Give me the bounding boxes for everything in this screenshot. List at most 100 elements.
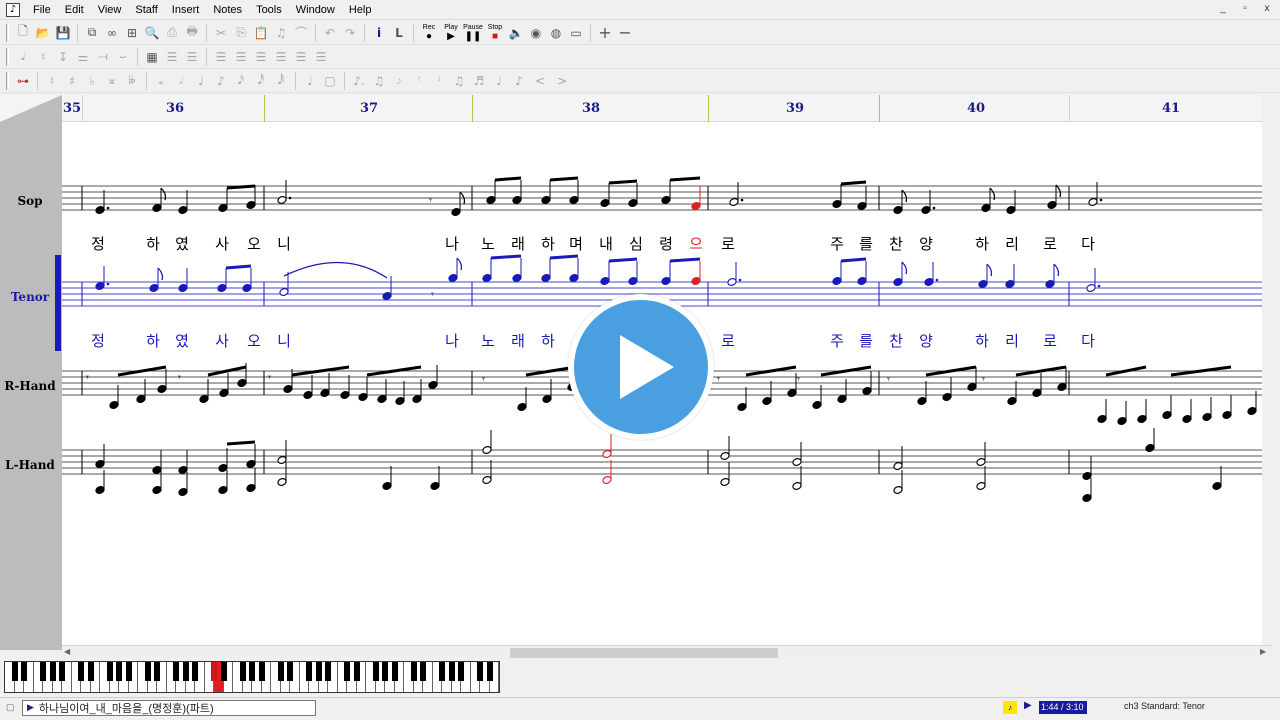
tenuto-icon[interactable]: ♫ (449, 71, 469, 91)
print-preview-icon[interactable]: ⎙ (162, 23, 182, 43)
zoom-in-icon[interactable]: + (595, 23, 615, 43)
piano-black-key[interactable] (11, 662, 18, 681)
play-button[interactable]: Play ▶ (440, 24, 462, 42)
paste-icon[interactable]: 📋 (251, 23, 271, 43)
piano-black-key[interactable] (59, 662, 65, 681)
quarter-note-icon[interactable]: ♩ (191, 71, 211, 91)
menu-file[interactable]: File (26, 0, 58, 20)
scroll-right-icon[interactable]: ▶ (1260, 647, 1266, 656)
measure-number[interactable]: 40 (967, 101, 985, 116)
beam-icon[interactable]: ⚌ (73, 47, 93, 67)
piano-black-key[interactable] (249, 662, 255, 681)
sixtyfourth-note-icon[interactable]: 𝅘𝅥𝅱 (271, 71, 291, 91)
lyric-tool-icon[interactable]: L (389, 23, 409, 43)
measure-number[interactable]: 38 (582, 101, 600, 116)
new-file-icon[interactable]: 🗋 (13, 23, 33, 43)
play-icon[interactable] (568, 294, 714, 440)
layout-1-icon[interactable]: ☰ (211, 47, 231, 67)
menu-tools[interactable]: Tools (249, 0, 289, 20)
info-icon[interactable]: i (369, 23, 389, 43)
menu-notes[interactable]: Notes (206, 0, 249, 20)
slur-icon[interactable]: ⌣ (113, 47, 133, 67)
piano-black-key[interactable] (372, 662, 379, 681)
undo-icon[interactable]: ↶ (320, 23, 340, 43)
save-icon[interactable]: 💾 (53, 23, 73, 43)
piano-black-key[interactable] (192, 662, 198, 681)
sixteenth-note-icon[interactable]: 𝅘𝅥𝅯 (231, 71, 251, 91)
song-play-icon[interactable]: ▶ (27, 702, 34, 713)
stem-up-icon[interactable]: 𝅘𝅥 (13, 47, 33, 67)
redo-icon[interactable]: ↷ (340, 23, 360, 43)
whole-note-icon[interactable]: 𝅝 (151, 71, 171, 91)
layout-2-icon[interactable]: ☰ (231, 47, 251, 67)
grid-icon[interactable]: ▦ (142, 47, 162, 67)
slide-note-icon[interactable]: ♪ (509, 71, 529, 91)
layout-5-icon[interactable]: ☰ (291, 47, 311, 67)
menu-edit[interactable]: Edit (58, 0, 91, 20)
piano-black-key[interactable] (277, 662, 284, 681)
scrollbar-thumb[interactable] (510, 648, 778, 658)
measure-number[interactable]: 39 (786, 101, 804, 116)
piano-black-key[interactable] (344, 662, 350, 681)
note-palette-icon[interactable]: ⊶ (13, 71, 33, 91)
layout-4-icon[interactable]: ☰ (271, 47, 291, 67)
menu-help[interactable]: Help (342, 0, 379, 20)
toolbar-grip[interactable] (6, 47, 9, 66)
piano-black-key[interactable] (258, 662, 265, 681)
piano-black-key[interactable] (486, 662, 493, 681)
piano-black-key[interactable] (40, 662, 46, 681)
blank-box-icon[interactable]: ▢ (320, 71, 340, 91)
piano-black-key[interactable] (239, 662, 246, 681)
zoom-out-icon[interactable]: − (615, 23, 635, 43)
stem-down-icon[interactable]: ↧ (53, 47, 73, 67)
minimize-button[interactable]: _ (1216, 2, 1230, 16)
cut-icon[interactable]: ✂ (211, 23, 231, 43)
print-icon[interactable]: 🖶 (182, 23, 202, 43)
staff-view-icon[interactable]: ⊞ (122, 23, 142, 43)
piano-black-key[interactable] (410, 662, 417, 681)
measure-number[interactable]: 35 (63, 101, 81, 116)
layout-6-icon[interactable]: ☰ (311, 47, 331, 67)
natural-accidental-icon[interactable]: ♮ (42, 71, 62, 91)
decrescendo-icon[interactable]: > (551, 71, 573, 91)
copy-icon[interactable]: ⎘ (231, 23, 251, 43)
open-folder-icon[interactable]: 📂 (33, 23, 53, 43)
menu-staff[interactable]: Staff (128, 0, 164, 20)
piano-keyboard[interactable] (4, 661, 500, 693)
metronome-icon[interactable]: ◉ (526, 23, 546, 43)
chord-icon[interactable]: ♫ (369, 71, 389, 91)
piano-black-key[interactable] (391, 662, 398, 681)
record-dial-icon[interactable]: ◍ (546, 23, 566, 43)
rest-note-icon[interactable]: ♩ (300, 71, 320, 91)
status-play-icon[interactable]: ▶ (1024, 700, 1032, 711)
tie-note-icon[interactable]: ♩ (489, 71, 509, 91)
piano-black-key[interactable] (439, 662, 445, 681)
layout-3-icon[interactable]: ☰ (251, 47, 271, 67)
thirtysecond-note-icon[interactable]: 𝅘𝅥𝅰 (251, 71, 271, 91)
accent-icon[interactable]: ꜞ (429, 71, 449, 91)
keyboard-icon[interactable]: ▭ (566, 23, 586, 43)
piano-black-key[interactable] (173, 662, 179, 681)
piano-black-key[interactable] (420, 662, 426, 681)
record-button[interactable]: Rec ● (418, 24, 440, 42)
volume-icon[interactable]: 🔈 (506, 23, 526, 43)
staff-label-rhand[interactable]: R-Hand (0, 379, 60, 393)
piano-black-key[interactable] (448, 662, 455, 681)
glasses-icon[interactable]: ∞ (102, 23, 122, 43)
measure-ruler[interactable]: 35 36 37 38 39 40 41 (62, 95, 1272, 122)
piano-black-key[interactable] (182, 662, 189, 681)
menu-view[interactable]: View (91, 0, 129, 20)
piano-black-key[interactable] (211, 662, 217, 681)
music-app-icon[interactable]: ♪ (6, 2, 20, 17)
piano-black-key[interactable] (306, 662, 312, 681)
tie-icon[interactable]: ⌒ (291, 23, 311, 43)
piano-black-key[interactable] (220, 662, 227, 681)
eighth-note-icon[interactable]: ♪ (211, 71, 231, 91)
double-flat-icon[interactable]: 𝄫 (122, 71, 142, 91)
close-button[interactable]: x (1260, 2, 1274, 16)
toolbar-grip[interactable] (6, 23, 9, 42)
grace-note-icon[interactable]: 𝆕 (389, 71, 409, 91)
align-center-icon[interactable]: ☰ (182, 47, 202, 67)
piano-black-key[interactable] (144, 662, 151, 681)
toolbar-grip[interactable] (6, 71, 9, 90)
